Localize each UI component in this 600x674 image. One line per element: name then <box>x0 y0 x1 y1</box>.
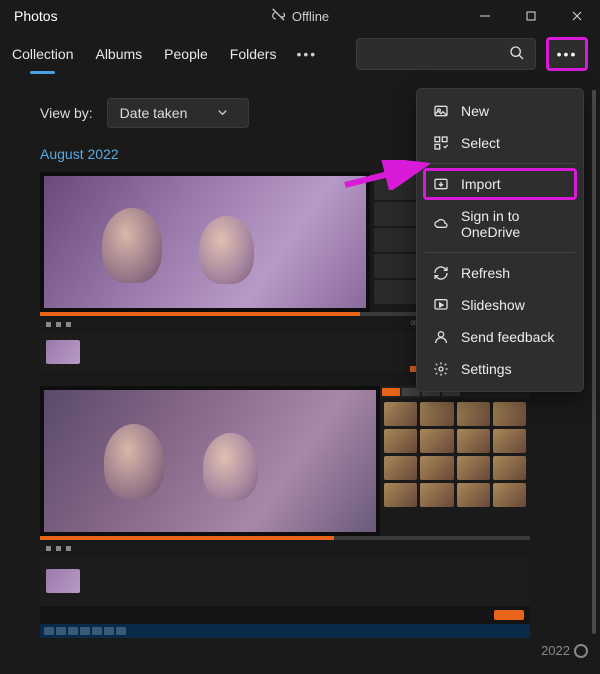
feedback-icon <box>433 329 449 345</box>
tab-albums[interactable]: Albums <box>95 40 142 68</box>
refresh-icon <box>433 265 449 281</box>
onedrive-icon <box>433 216 449 232</box>
tab-folders[interactable]: Folders <box>230 40 277 68</box>
slideshow-icon <box>433 297 449 313</box>
settings-icon <box>433 361 449 377</box>
search-input[interactable] <box>356 38 536 70</box>
search-icon <box>509 45 525 64</box>
menu-item-settings[interactable]: Settings <box>423 353 577 385</box>
tab-collection[interactable]: Collection <box>12 40 73 68</box>
viewby-dropdown[interactable]: Date taken <box>107 98 250 128</box>
menu-item-select[interactable]: Select <box>423 127 577 159</box>
menu-divider <box>425 252 575 253</box>
nav-overflow-button[interactable]: ••• <box>296 46 317 62</box>
chevron-down-icon <box>217 105 228 121</box>
menu-item-new[interactable]: New <box>423 95 577 127</box>
minimize-button[interactable] <box>462 0 508 32</box>
timeline-year-indicator: 2022 <box>541 643 588 658</box>
select-icon <box>433 135 449 151</box>
cloud-off-icon <box>271 7 286 25</box>
context-menu: New Select Import Sign in to OneDrive Re… <box>416 88 584 392</box>
menu-item-slideshow[interactable]: Slideshow <box>423 289 577 321</box>
maximize-button[interactable] <box>508 0 554 32</box>
more-actions-button[interactable]: ••• <box>546 37 588 71</box>
menu-divider <box>425 163 575 164</box>
app-title: Photos <box>14 8 58 24</box>
new-icon <box>433 103 449 119</box>
photo-thumbnail[interactable]: 00:00:00 <box>40 172 440 372</box>
menu-item-refresh[interactable]: Refresh <box>423 257 577 289</box>
photo-thumbnail[interactable] <box>40 386 530 638</box>
import-icon <box>433 176 449 192</box>
offline-status: Offline <box>271 7 329 25</box>
tab-people[interactable]: People <box>164 40 208 68</box>
viewby-label: View by: <box>40 105 93 121</box>
close-button[interactable] <box>554 0 600 32</box>
menu-item-feedback[interactable]: Send feedback <box>423 321 577 353</box>
vertical-scrollbar[interactable] <box>592 90 596 634</box>
menu-item-onedrive[interactable]: Sign in to OneDrive <box>423 200 577 248</box>
menu-item-import[interactable]: Import <box>423 168 577 200</box>
